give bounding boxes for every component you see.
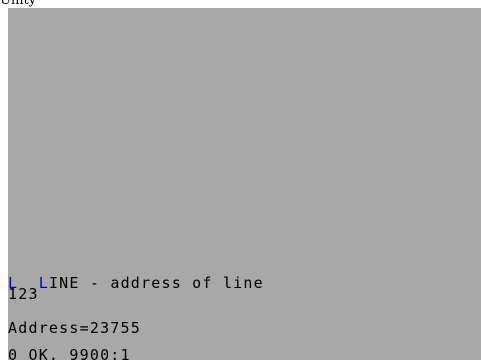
screen-line-status: 0 OK, 9900:1 (8, 346, 131, 360)
window-title: Unity (0, 0, 37, 8)
emulator-window: Unity L LINE - address of line 123 Addre… (0, 0, 481, 360)
screen-line-help: L LINE - address of line (8, 276, 264, 291)
screen-line-address: Address=23755 (8, 319, 141, 337)
emulator-screen[interactable]: L LINE - address of line 123 Address=237… (8, 8, 481, 360)
keyword-first-letter: L (38, 274, 49, 292)
keyword-rest: INE (48, 274, 80, 292)
screen-line-number: 123 (8, 285, 39, 303)
help-description: - address of line (79, 274, 264, 292)
